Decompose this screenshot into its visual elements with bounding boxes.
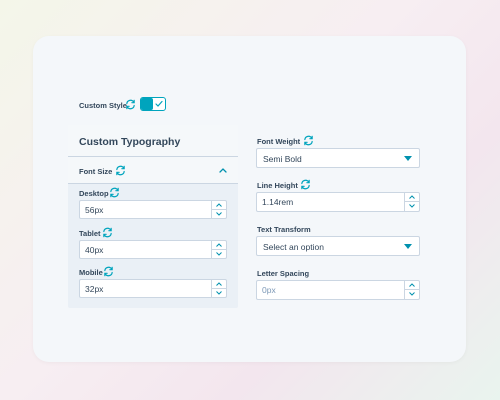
toggle-knob bbox=[141, 98, 153, 110]
step-up-button[interactable] bbox=[405, 281, 419, 290]
tablet-font-size-input[interactable]: 40px bbox=[79, 240, 227, 259]
font-size-accordion[interactable]: Font Size bbox=[68, 157, 238, 184]
font-weight-value: Semi Bold bbox=[263, 154, 302, 164]
check-icon bbox=[155, 100, 163, 107]
mobile-value: 32px bbox=[85, 284, 104, 294]
chevron-up-icon[interactable] bbox=[219, 167, 227, 173]
mobile-font-size-input[interactable]: 32px bbox=[79, 279, 227, 298]
sync-icon[interactable] bbox=[102, 227, 113, 238]
text-transform-label: Text Transform bbox=[257, 225, 311, 234]
sync-icon[interactable] bbox=[115, 165, 126, 176]
desktop-font-size-input[interactable]: 56px bbox=[79, 200, 227, 219]
letter-spacing-placeholder: 0px bbox=[262, 285, 276, 295]
step-up-button[interactable] bbox=[405, 193, 419, 202]
step-up-button[interactable] bbox=[212, 241, 226, 250]
letter-spacing-input[interactable]: 0px bbox=[256, 280, 420, 300]
sync-icon[interactable] bbox=[303, 135, 314, 146]
panel-header: Custom Typography bbox=[68, 125, 238, 157]
step-down-button[interactable] bbox=[405, 290, 419, 298]
quantity-stepper[interactable] bbox=[211, 280, 226, 297]
mobile-label: Mobile bbox=[79, 268, 103, 277]
text-transform-select[interactable]: Select an option bbox=[256, 236, 420, 256]
font-weight-select[interactable]: Semi Bold bbox=[256, 148, 420, 168]
panel-title: Custom Typography bbox=[79, 136, 181, 148]
sync-icon[interactable] bbox=[109, 187, 120, 198]
sync-icon[interactable] bbox=[125, 99, 136, 110]
line-height-value: 1.14rem bbox=[262, 197, 294, 207]
tablet-value: 40px bbox=[85, 245, 104, 255]
sync-icon[interactable] bbox=[300, 179, 311, 190]
tablet-label: Tablet bbox=[79, 229, 101, 238]
text-transform-value: Select an option bbox=[263, 242, 324, 252]
quantity-stepper[interactable] bbox=[211, 241, 226, 258]
custom-style-label: Custom Style bbox=[79, 101, 127, 110]
line-height-input[interactable]: 1.14rem bbox=[256, 192, 420, 212]
font-size-label: Font Size bbox=[79, 167, 113, 176]
quantity-stepper[interactable] bbox=[404, 193, 419, 211]
quantity-stepper[interactable] bbox=[211, 201, 226, 218]
desktop-label: Desktop bbox=[79, 189, 109, 198]
custom-style-toggle[interactable] bbox=[140, 97, 166, 111]
step-up-button[interactable] bbox=[212, 201, 226, 210]
quantity-stepper[interactable] bbox=[404, 281, 419, 299]
chevron-down-icon bbox=[404, 156, 412, 161]
step-down-button[interactable] bbox=[212, 289, 226, 297]
sync-icon[interactable] bbox=[103, 266, 114, 277]
font-weight-label: Font Weight bbox=[257, 137, 301, 146]
chevron-down-icon bbox=[404, 244, 412, 249]
step-up-button[interactable] bbox=[212, 280, 226, 289]
step-down-button[interactable] bbox=[212, 210, 226, 218]
step-down-button[interactable] bbox=[212, 250, 226, 258]
letter-spacing-label: Letter Spacing bbox=[257, 269, 310, 278]
desktop-value: 56px bbox=[85, 205, 104, 215]
step-down-button[interactable] bbox=[405, 202, 419, 210]
line-height-label: Line Height bbox=[257, 181, 298, 190]
